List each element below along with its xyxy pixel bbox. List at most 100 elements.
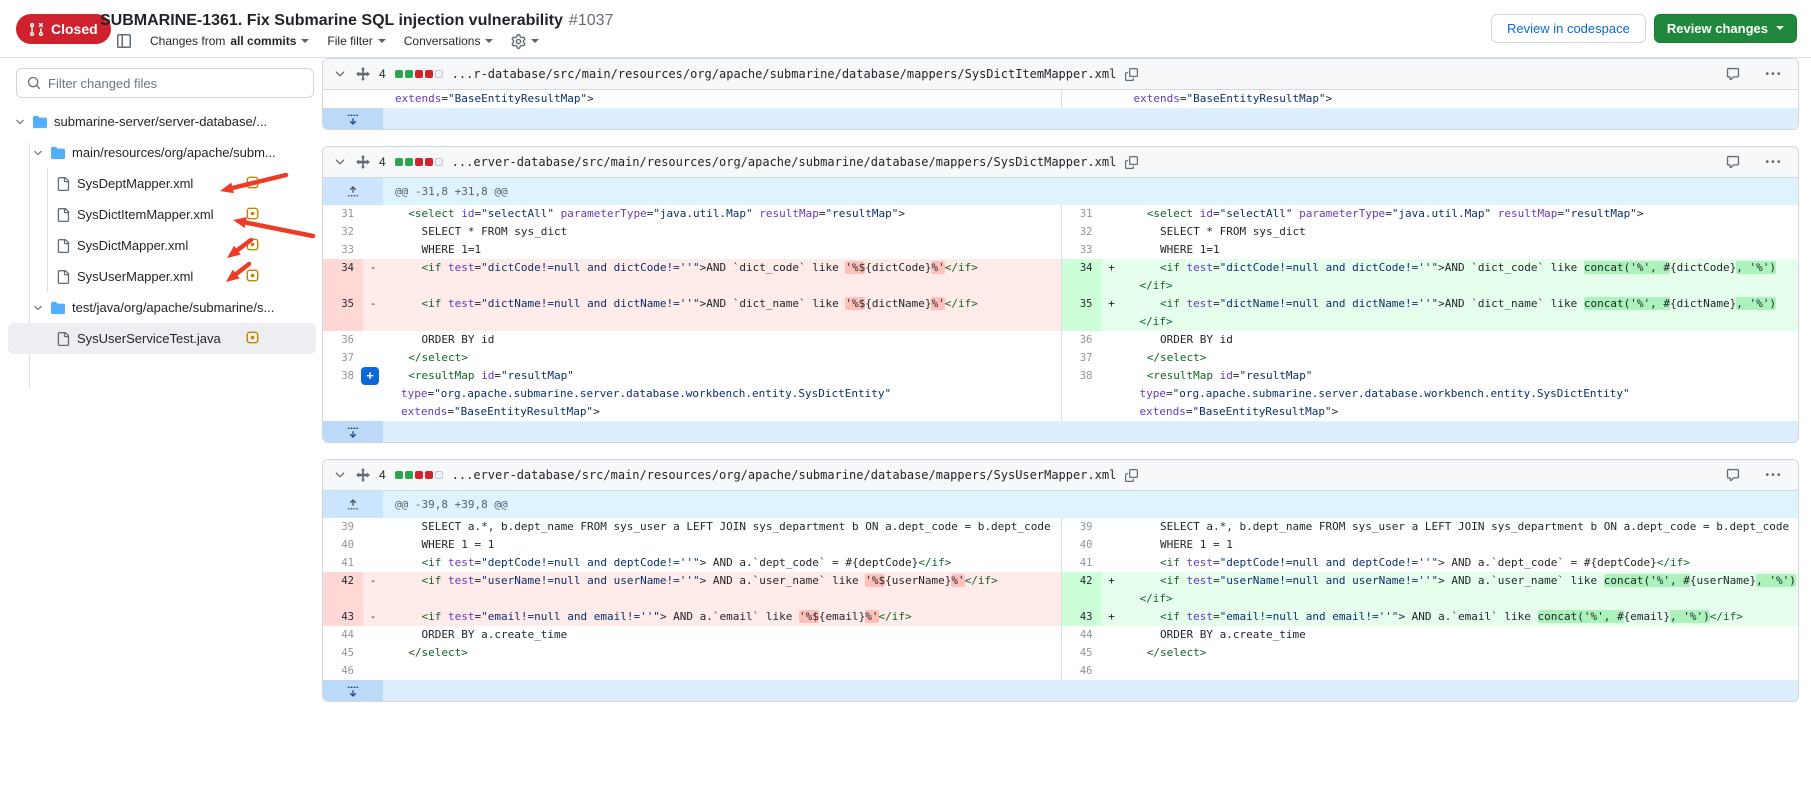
code-cell: WHERE 1=1: [1122, 241, 1799, 259]
chevron-down-icon[interactable]: [32, 147, 44, 159]
diff-row: 36 ORDER BY id36 ORDER BY id: [323, 331, 1798, 349]
collapse-file-chevron-icon[interactable]: [333, 155, 347, 169]
pr-title: SUBMARINE-1361. Fix Submarine SQL inject…: [100, 12, 613, 30]
diff-side: 36 ORDER BY id: [323, 331, 1061, 349]
line-number: 45: [323, 644, 363, 662]
modified-file-icon: [246, 176, 259, 189]
line-number: 32: [323, 223, 363, 241]
tree-item-submarine-server-server-database-[interactable]: submarine-server/server-database/...: [8, 106, 316, 137]
code-line: </select>: [1122, 349, 1799, 367]
line-number: 31: [1062, 205, 1102, 223]
collapse-file-chevron-icon[interactable]: [333, 67, 347, 81]
file-icon: [56, 177, 70, 191]
diff-panels: 4...r-database/src/main/resources/org/ap…: [322, 58, 1799, 718]
folder-icon: [51, 301, 65, 315]
expand-strip: [383, 680, 1798, 701]
tree-item-test-java-org-apache-submarine-s-[interactable]: test/java/org/apache/submarine/s...: [8, 292, 316, 323]
drag-handle-icon[interactable]: [356, 67, 370, 81]
diff-side: 39 SELECT a.*, b.dept_name FROM sys_user…: [1061, 518, 1799, 536]
diff-marker: [1102, 205, 1122, 223]
sidebar-toggle-button[interactable]: [116, 33, 132, 49]
diff-side: 46: [323, 662, 1061, 680]
file-path-link[interactable]: ...r-database/src/main/resources/org/apa…: [452, 67, 1117, 81]
diff-side: 41 <if test="deptCode!=null and deptCode…: [1061, 554, 1799, 572]
diff-side: 45 </select>: [1061, 644, 1799, 662]
review-changes-button[interactable]: Review changes: [1654, 14, 1797, 43]
diff-marker: +: [1102, 608, 1122, 626]
diff-side: 44 ORDER BY a.create_time: [1061, 626, 1799, 644]
file-path-link[interactable]: ...erver-database/src/main/resources/org…: [452, 468, 1117, 482]
diff-marker: [363, 205, 383, 223]
expand-down-button[interactable]: [323, 421, 383, 442]
chevron-down-icon[interactable]: [14, 116, 26, 128]
tree-item-sysusermapper-xml[interactable]: SysUserMapper.xml: [8, 261, 316, 292]
diff-side: 46: [1061, 662, 1799, 680]
file-icon: [56, 332, 70, 346]
diff-row: 43- <if test="email!=null and email!=''"…: [323, 608, 1798, 626]
tree-item-sysdeptmapper-xml[interactable]: SysDeptMapper.xml: [8, 168, 316, 199]
file-name: SysUserServiceTest.java: [77, 331, 221, 346]
expand-down-button[interactable]: [323, 108, 383, 129]
code-cell: ORDER BY a.create_time: [1122, 626, 1799, 644]
code-cell: WHERE 1 = 1: [1122, 536, 1799, 554]
comment-icon[interactable]: [1726, 67, 1740, 81]
diff-row: 35- <if test="dictName!=null and dictNam…: [323, 295, 1798, 331]
file-filter-menu[interactable]: File filter: [327, 34, 385, 48]
changes-from-menu[interactable]: Changes fromall commits: [150, 34, 309, 48]
diff-marker: [363, 518, 383, 536]
diff-marker: [1102, 90, 1122, 108]
copy-path-icon[interactable]: [1125, 469, 1138, 482]
expand-down-button[interactable]: [323, 680, 383, 701]
kebab-menu-icon[interactable]: [1766, 468, 1780, 482]
diff-side: 36 ORDER BY id: [1061, 331, 1799, 349]
add-comment-button[interactable]: +: [361, 367, 379, 385]
line-number: 42: [1062, 572, 1102, 608]
diff-row: 41 <if test="deptCode!=null and deptCode…: [323, 554, 1798, 572]
diff-marker: [1102, 662, 1122, 680]
line-number: 32: [1062, 223, 1102, 241]
drag-handle-icon[interactable]: [356, 155, 370, 169]
line-number: 45: [1062, 644, 1102, 662]
code-line: <resultMap id="resultMap": [383, 367, 1061, 385]
expand-hunk-up-button[interactable]: [323, 178, 383, 205]
diff-settings-menu[interactable]: [511, 34, 539, 49]
code-line: SELECT * FROM sys_dict: [1122, 223, 1799, 241]
copy-path-icon[interactable]: [1125, 68, 1138, 81]
code-line: <if test="dictCode!=null and dictCode!='…: [383, 259, 1061, 277]
diff-marker: [363, 223, 383, 241]
code-line: </select>: [383, 644, 1061, 662]
chevron-down-icon: [301, 39, 309, 47]
diff-side: 40 WHERE 1 = 1: [1061, 536, 1799, 554]
diff-marker: +: [1102, 572, 1122, 608]
tree-item-main-resources-org-apache-subm-[interactable]: main/resources/org/apache/subm...: [8, 137, 316, 168]
diff-side: 37 </select>: [323, 349, 1061, 367]
tree-item-sysdictmapper-xml[interactable]: SysDictMapper.xml: [8, 230, 316, 261]
filter-changed-files-input[interactable]: [48, 76, 303, 91]
comment-icon[interactable]: [1726, 155, 1740, 169]
code-line: WHERE 1=1: [383, 241, 1061, 259]
drag-handle-icon[interactable]: [356, 468, 370, 482]
copy-path-icon[interactable]: [1125, 156, 1138, 169]
code-line: ORDER BY id: [383, 331, 1061, 349]
code-line: WHERE 1 = 1: [1122, 536, 1799, 554]
tree-item-sysuserservicetest-java[interactable]: SysUserServiceTest.java: [8, 323, 316, 354]
file-path-link[interactable]: ...erver-database/src/main/resources/org…: [452, 155, 1117, 169]
code-line: <select id="selectAll" parameterType="ja…: [383, 205, 1061, 223]
line-number: 38+: [323, 367, 363, 421]
line-number: 42: [323, 572, 363, 608]
diff-side: 31 <select id="selectAll" parameterType=…: [323, 205, 1061, 223]
expand-hunk-up-button[interactable]: [323, 491, 383, 518]
hunk-header-row: @@ -39,8 +39,8 @@: [323, 491, 1798, 518]
kebab-menu-icon[interactable]: [1766, 67, 1780, 81]
conversations-menu[interactable]: Conversations: [404, 34, 494, 48]
review-in-codespace-button[interactable]: Review in codespace: [1491, 14, 1646, 43]
code-line: WHERE 1 = 1: [383, 536, 1061, 554]
line-number: 33: [323, 241, 363, 259]
comment-icon[interactable]: [1726, 468, 1740, 482]
collapse-file-chevron-icon[interactable]: [333, 468, 347, 482]
tree-item-sysdictitemmapper-xml[interactable]: SysDictItemMapper.xml: [8, 199, 316, 230]
diff-side: 32 SELECT * FROM sys_dict: [323, 223, 1061, 241]
kebab-menu-icon[interactable]: [1766, 155, 1780, 169]
chevron-down-icon[interactable]: [32, 302, 44, 314]
code-cell: <if test="dictCode!=null and dictCode!='…: [1122, 259, 1799, 295]
